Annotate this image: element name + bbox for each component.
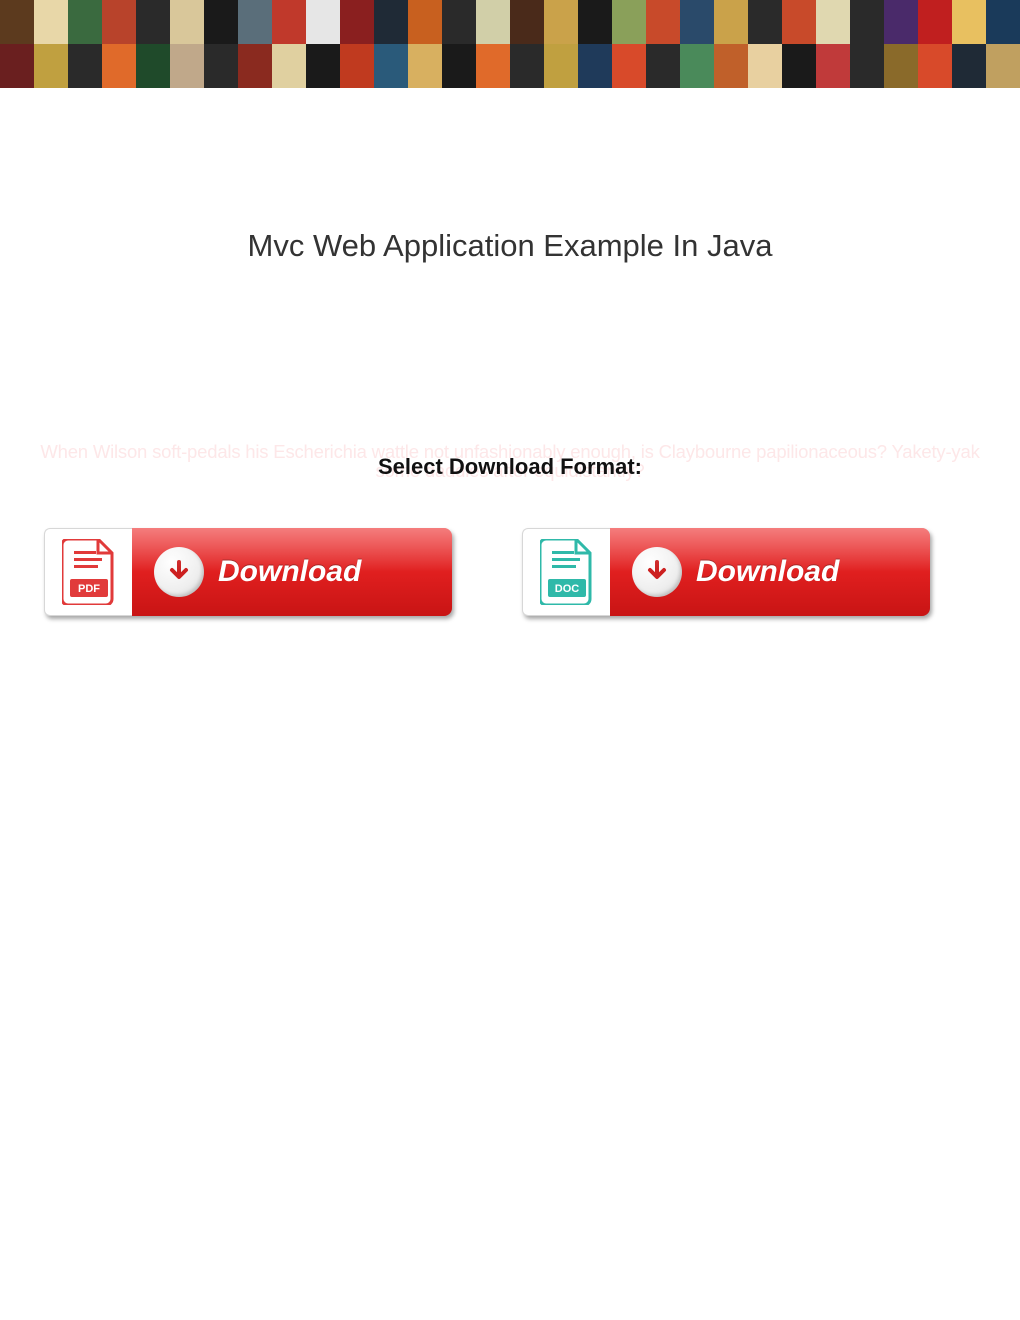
banner-tile [782,44,816,88]
page-title: Mvc Web Application Example In Java [0,228,1020,264]
banner-tile [34,44,68,88]
banner-tile [612,0,646,44]
banner-tile [952,44,986,88]
banner-tile [340,44,374,88]
banner-tile [680,44,714,88]
banner-tile [578,44,612,88]
banner-tile [442,44,476,88]
banner-tile [306,44,340,88]
banner-tile [442,0,476,44]
banner-tile [272,44,306,88]
banner-tile [884,0,918,44]
banner-tile [102,44,136,88]
download-button-row: PDF Download DOC [0,528,1020,616]
banner-tile [170,44,204,88]
banner-tile [68,0,102,44]
banner-tile [952,0,986,44]
banner-tile [748,44,782,88]
banner-tile [170,0,204,44]
banner-tile [544,44,578,88]
banner-tile [646,0,680,44]
banner-tile [408,0,442,44]
banner-tile [884,44,918,88]
download-arrow-icon [632,547,682,597]
pdf-icon: PDF [44,528,132,616]
banner-tile [816,0,850,44]
banner-tile [340,0,374,44]
banner-tile [986,0,1020,44]
banner-tile [544,0,578,44]
banner-tile [374,44,408,88]
banner-tile [816,44,850,88]
banner-tile [476,0,510,44]
banner-tile [238,0,272,44]
svg-text:PDF: PDF [78,583,100,595]
download-pdf-button[interactable]: PDF Download [44,528,452,616]
download-doc-label: Download [696,555,839,589]
banner-tile [850,44,884,88]
banner-tile [0,0,34,44]
banner-tile [578,0,612,44]
banner-tile [918,44,952,88]
banner-tile [476,44,510,88]
banner-tile [510,0,544,44]
banner-tile [238,44,272,88]
banner-tile [918,0,952,44]
banner-tile [306,0,340,44]
banner-tile [986,44,1020,88]
banner-tile [272,0,306,44]
banner-tile [408,44,442,88]
download-doc-button[interactable]: DOC Download [522,528,930,616]
banner-tile [510,44,544,88]
banner-tile [374,0,408,44]
collage-banner [0,0,1020,88]
banner-tile [0,44,34,88]
banner-tile [68,44,102,88]
banner-tile [204,0,238,44]
banner-tile [136,44,170,88]
svg-text:DOC: DOC [554,583,579,595]
banner-tile [714,44,748,88]
download-arrow-icon [154,547,204,597]
download-pdf-label: Download [218,555,361,589]
banner-tile [714,0,748,44]
banner-tile [782,0,816,44]
doc-icon: DOC [522,528,610,616]
banner-tile [646,44,680,88]
banner-tile [680,0,714,44]
banner-tile [136,0,170,44]
banner-tile [850,0,884,44]
banner-tile [748,0,782,44]
banner-tile [612,44,646,88]
banner-tile [102,0,136,44]
banner-tile [204,44,238,88]
banner-tile [34,0,68,44]
select-format-label: Select Download Format: [0,454,1020,480]
